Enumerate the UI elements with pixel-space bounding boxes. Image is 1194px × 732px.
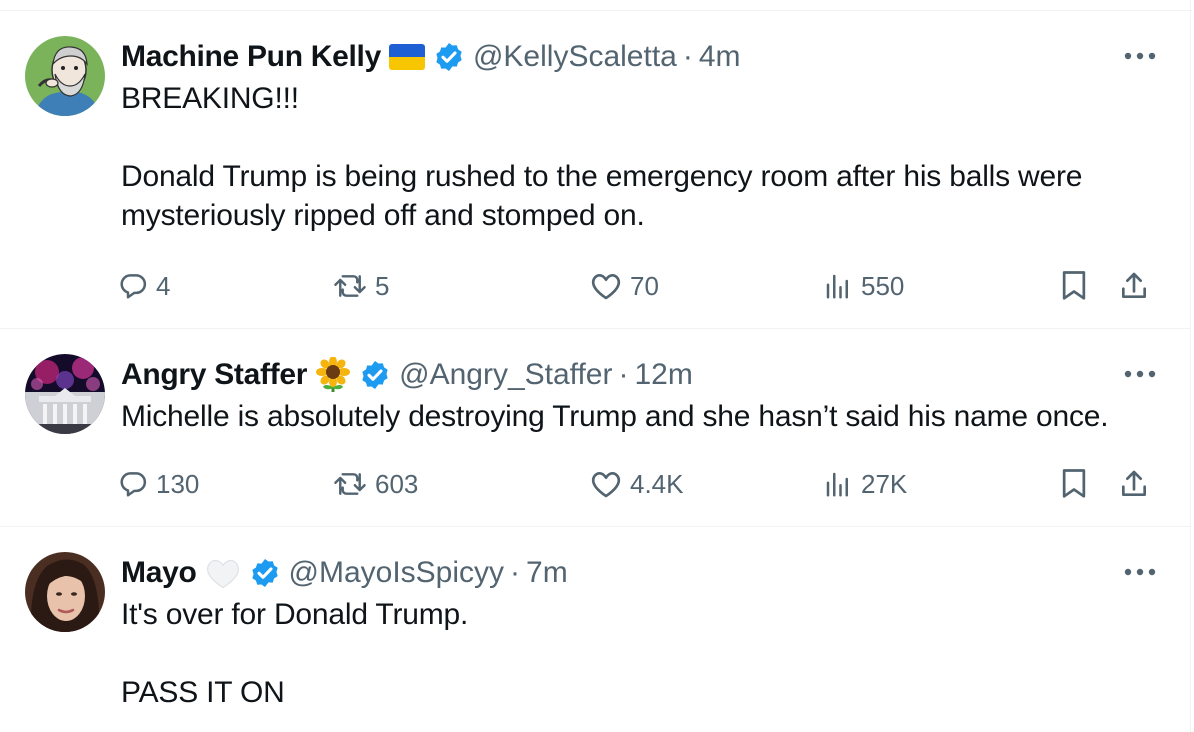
tweet[interactable]: Angry Staffer @Angry_Staffer · 12m Miche… (0, 329, 1190, 527)
white-heart-icon (205, 557, 241, 589)
handle[interactable]: @Angry_Staffer (399, 355, 612, 395)
tweet-header: Machine Pun Kelly @KellyScaletta · 4m (121, 37, 741, 77)
views-button[interactable]: 27K (823, 464, 907, 504)
like-count: 4.4K (630, 468, 684, 499)
right-divider (1190, 0, 1191, 732)
views-count: 27K (861, 468, 908, 499)
handle[interactable]: @KellyScaletta (473, 37, 677, 77)
share-icon[interactable] (1118, 266, 1150, 306)
tweet-text: Michelle is absolutely destroying Trump … (121, 400, 1109, 433)
bookmark-icon[interactable] (1060, 464, 1088, 504)
reply-icon (120, 274, 147, 299)
bookmark-icon[interactable] (1060, 266, 1088, 306)
display-name[interactable]: Angry Staffer (121, 355, 307, 395)
reply-icon (120, 472, 147, 497)
avatar[interactable] (25, 36, 105, 116)
like-icon (591, 274, 621, 300)
tweet-header: Mayo @MayoIsSpicyy · 7m (121, 553, 568, 593)
action-bar: 4 5 70 550 (118, 266, 1168, 306)
like-count: 70 (630, 270, 659, 301)
timestamp[interactable]: 7m (526, 553, 568, 593)
ukraine-flag-icon (388, 44, 425, 70)
tweet[interactable]: Mayo @MayoIsSpicyy · 7m It's over for Do… (0, 527, 1190, 732)
more-icon[interactable] (1120, 359, 1160, 389)
views-count: 550 (861, 270, 905, 301)
repost-icon (334, 473, 366, 495)
display-name[interactable]: Machine Pun Kelly (121, 37, 381, 77)
separator-dot: · (510, 556, 521, 589)
repost-count: 603 (375, 468, 419, 499)
reply-count: 130 (156, 468, 200, 499)
repost-button[interactable]: 5 (333, 266, 389, 306)
action-bar: 130 603 4.4K 27K (118, 464, 1168, 504)
tweet-header: Angry Staffer @Angry_Staffer · 12m (121, 355, 693, 395)
like-button[interactable]: 70 (590, 266, 659, 306)
timestamp[interactable]: 12m (634, 355, 692, 395)
tweet-text: BREAKING!!! Donald Trump is being rushed… (121, 82, 1083, 232)
views-icon (826, 274, 848, 299)
share-icon[interactable] (1118, 464, 1150, 504)
repost-icon (334, 275, 366, 297)
timestamp[interactable]: 4m (699, 37, 741, 77)
like-icon (591, 472, 621, 498)
tweet-text: It's over for Donald Trump. PASS IT ON (121, 598, 469, 709)
repost-button[interactable]: 603 (333, 464, 418, 504)
display-name[interactable]: Mayo (121, 553, 197, 593)
repost-count: 5 (375, 270, 390, 301)
avatar[interactable] (25, 552, 105, 632)
reply-count: 4 (156, 270, 171, 301)
sunflower-icon (315, 357, 351, 393)
more-icon[interactable] (1120, 557, 1160, 587)
like-button[interactable]: 4.4K (590, 464, 684, 504)
tweet[interactable]: Machine Pun Kelly @KellyScaletta · 4m BR… (0, 11, 1190, 329)
separator-dot: · (618, 358, 629, 391)
handle[interactable]: @MayoIsSpicyy (289, 553, 505, 593)
more-icon[interactable] (1120, 41, 1160, 71)
views-icon (826, 472, 848, 497)
avatar[interactable] (25, 354, 105, 434)
verified-badge-icon (359, 359, 391, 391)
verified-badge-icon (433, 41, 465, 73)
reply-button[interactable]: 130 (118, 464, 199, 504)
views-button[interactable]: 550 (823, 266, 904, 306)
verified-badge-icon (249, 557, 281, 589)
separator-dot: · (682, 40, 693, 73)
reply-button[interactable]: 4 (118, 266, 170, 306)
